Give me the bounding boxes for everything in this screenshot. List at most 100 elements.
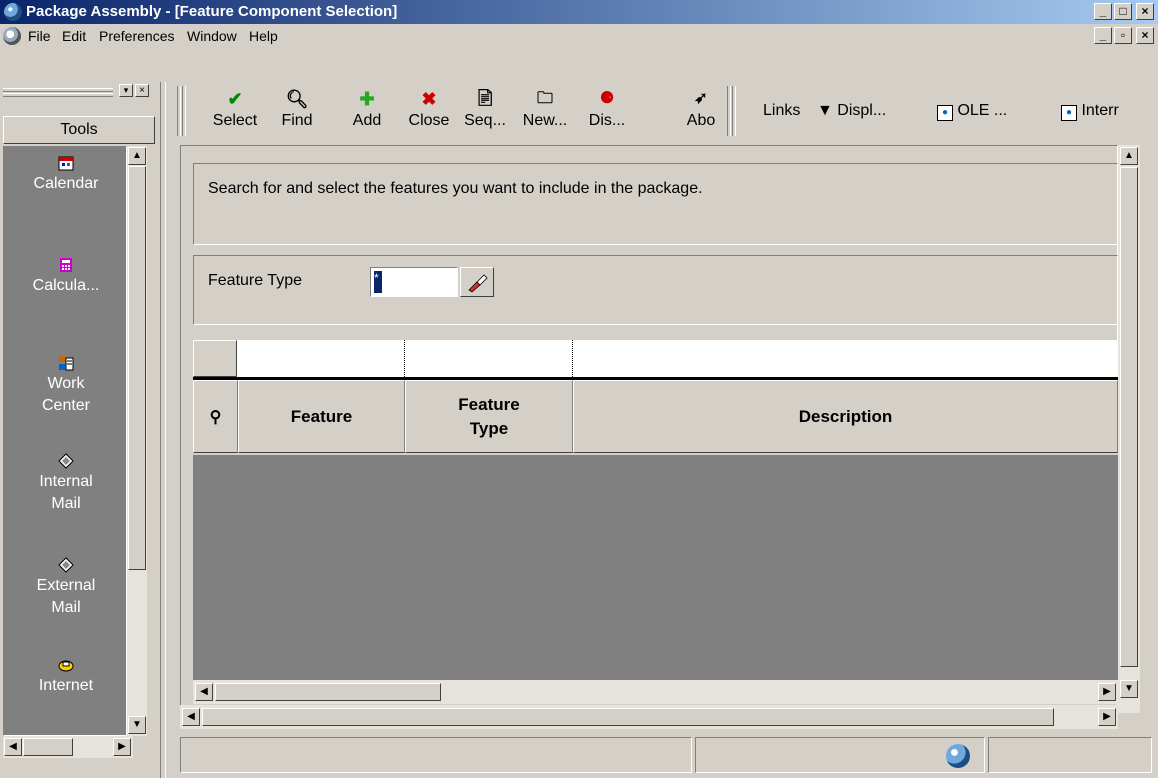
minimize-button[interactable]: _ [1094,3,1112,20]
seq-button[interactable]: 📄︎ Seq... [457,88,513,130]
mdi-minimize-button[interactable]: _ [1094,27,1112,44]
tool-internal-mail[interactable]: Internal Mail [4,453,126,515]
find-button[interactable]: 🔍︎ Find [275,88,319,130]
scroll-down-icon[interactable]: ▼ [128,716,146,734]
ole-icon: ● [937,105,953,121]
toolbar-separator [732,86,736,136]
close-label: Close [408,112,450,129]
display-dropdown[interactable]: ▼ Displ... [817,102,886,120]
internet-link-icon: ● [1061,105,1077,121]
select-label: Select [212,112,258,129]
column-header-description[interactable]: Description [573,380,1118,453]
qbe-feature-type-input[interactable] [406,342,570,375]
ole-link[interactable]: ● OLE ... [937,102,1007,121]
select-button[interactable]: ✔ Select [203,88,267,130]
add-label: Add [352,112,382,129]
tool-label: Mail [51,495,81,512]
tool-label: Internal [39,473,93,490]
close-window-button[interactable]: × [1136,3,1154,20]
menu-bar: File Edit Preferences Window Help _ ▫ × [0,24,1158,48]
internet-icon [58,660,74,672]
tool-calculator[interactable]: Calcula... [4,257,126,297]
scroll-right-icon[interactable]: ▶ [1098,708,1116,726]
form-horizontal-scrollbar[interactable]: ◀ ▶ [180,705,1118,729]
tools-list: Calendar Calcula... Work Center Internal… [3,146,127,736]
calendar-icon [58,156,74,171]
tools-menu-icon[interactable]: ▾ [119,84,133,97]
tool-work-center[interactable]: Work Center [4,355,126,417]
dis-button[interactable]: ⚈ Dis... [579,88,635,130]
scroll-right-icon[interactable]: ▶ [113,738,131,756]
find-label: Find [281,112,313,129]
scroll-left-icon[interactable]: ◀ [182,708,200,726]
qbe-feature-input[interactable] [239,342,403,375]
add-button[interactable]: ✚ Add [347,88,387,130]
scroll-thumb[interactable] [128,166,146,570]
tools-horizontal-scrollbar[interactable]: ◀ ▶ [3,736,133,758]
tool-label: Center [41,397,91,414]
tool-internet[interactable]: Internet [4,657,126,697]
sequence-icon: 📄︎ [474,90,496,107]
scroll-right-icon[interactable]: ▶ [1098,683,1116,701]
scroll-down-icon[interactable]: ▼ [1120,680,1138,698]
window-title: Package Assembly - [Feature Component Se… [26,3,398,20]
menu-edit[interactable]: Edit [62,28,86,44]
scroll-thumb[interactable] [1120,167,1138,667]
app-icon [4,3,22,21]
close-icon: ✖ [421,89,437,109]
toolbar-grip [177,86,181,136]
column-header-feature-type[interactable]: Feature Type [405,380,573,453]
menu-help[interactable]: Help [249,28,278,44]
links-menu[interactable]: Links [763,102,800,120]
about-button[interactable]: ➶ Abo [681,88,721,130]
abo-label: Abo [686,112,716,129]
document-icon[interactable] [3,27,21,45]
feature-type-input[interactable]: * [370,267,458,297]
menu-window[interactable]: Window [187,28,237,44]
instruction-text: Search for and select the features you w… [208,180,703,197]
tool-label: External [36,577,96,594]
scroll-left-icon[interactable]: ◀ [4,738,22,756]
tool-label: Mail [51,599,81,616]
maximize-button[interactable]: □ [1114,3,1132,20]
scroll-thumb[interactable] [215,683,441,701]
tool-external-mail[interactable]: External Mail [4,557,126,619]
qbe-corner [193,340,237,377]
scroll-up-icon[interactable]: ▲ [128,147,146,165]
mdi-close-button[interactable]: × [1136,27,1154,44]
scroll-up-icon[interactable]: ▲ [1120,147,1138,165]
scroll-thumb[interactable] [202,708,1054,726]
close-button[interactable]: ✖ Close [403,88,455,130]
help-pointer-icon: ➶ [694,90,708,107]
new-button[interactable]: 🗀 New... [517,88,573,130]
scroll-thumb[interactable] [23,738,73,756]
menu-preferences[interactable]: Preferences [99,28,174,44]
check-icon: ✔ [227,89,243,109]
internet-link[interactable]: ● Interr [1061,102,1119,121]
dropdown-arrow-icon: ▼ [817,102,833,119]
tools-vertical-scrollbar[interactable]: ▲ ▼ [127,146,147,736]
qbe-description-input[interactable] [574,342,1114,375]
tools-panel-grip[interactable]: ▾ × [3,84,153,98]
menu-file[interactable]: File [28,28,51,44]
form-vertical-scrollbar[interactable]: ▲ ▼ [1118,145,1140,713]
instruction-box: Search for and select the features you w… [193,163,1118,245]
grid-body[interactable] [193,455,1118,680]
results-grid: ⚲ Feature Feature Type Description [193,340,1118,680]
status-pane-indicator [695,737,985,773]
dis-label: Dis... [588,112,626,129]
mdi-restore-button[interactable]: ▫ [1114,27,1132,44]
tools-close-icon[interactable]: × [135,84,149,97]
tool-label: Calcula... [32,277,100,294]
panel-splitter[interactable] [160,82,166,778]
search-button[interactable] [460,267,494,297]
scroll-left-icon[interactable]: ◀ [195,683,213,701]
filter-box: Feature Type * [193,255,1118,325]
status-pane-extra [988,737,1152,773]
tools-header[interactable]: Tools [3,116,155,144]
column-header-feature[interactable]: Feature [238,380,405,453]
tool-calendar[interactable]: Calendar [4,155,126,195]
find-icon: 🔍︎ [285,89,309,109]
grid-horizontal-scrollbar[interactable]: ◀ ▶ [193,680,1118,704]
row-select-header[interactable]: ⚲ [193,380,238,453]
